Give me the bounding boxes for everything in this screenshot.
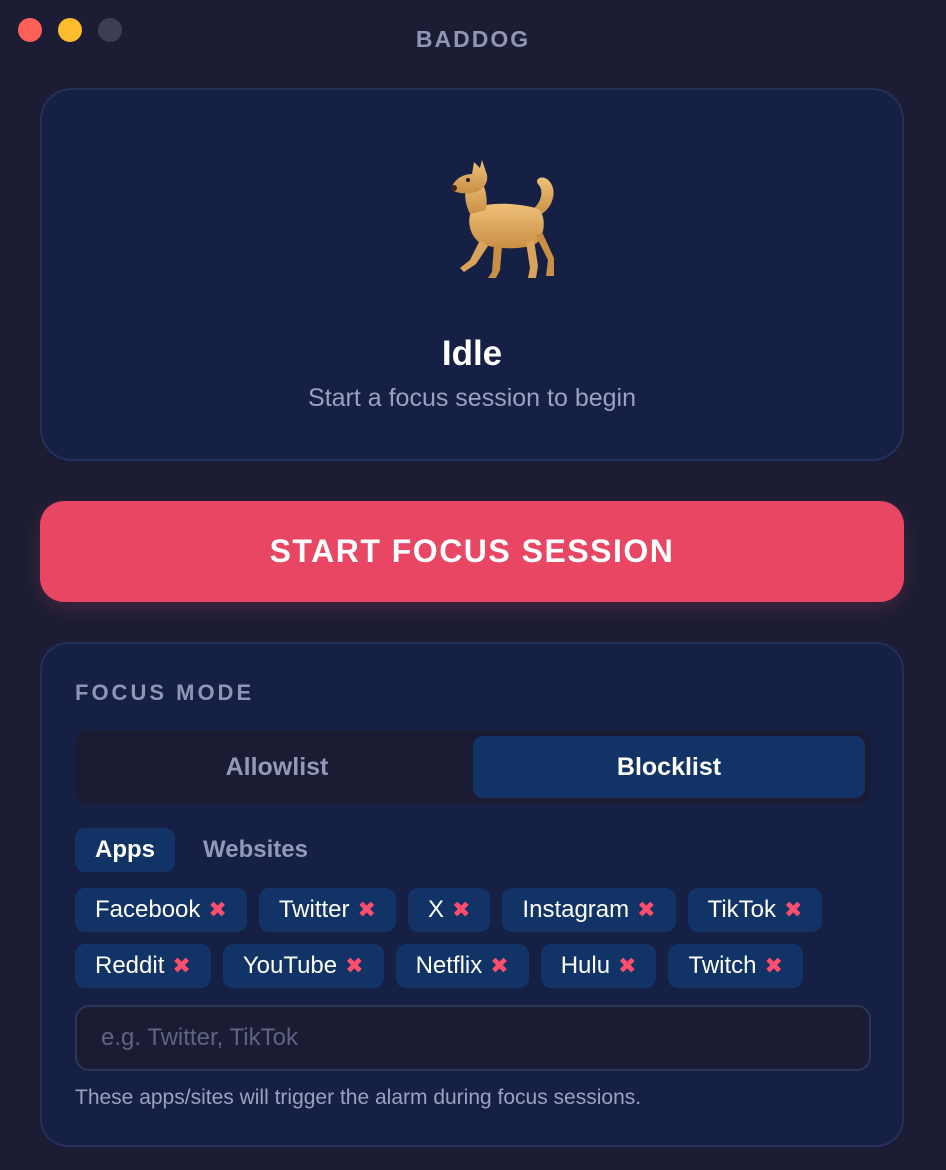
app-tag: Hulu ✖ xyxy=(540,944,657,988)
tag-label: Netflix xyxy=(415,952,483,979)
app-tag: Instagram ✖ xyxy=(502,888,676,932)
apps-tab[interactable]: Apps xyxy=(75,828,175,872)
app-tag: Twitter ✖ xyxy=(258,888,396,932)
tag-label: Instagram xyxy=(522,896,630,923)
remove-icon[interactable]: ✖ xyxy=(345,955,363,977)
remove-icon[interactable]: ✖ xyxy=(784,899,802,921)
tag-label: Facebook xyxy=(95,896,201,923)
app-tag: Twitch ✖ xyxy=(668,944,803,988)
remove-icon[interactable]: ✖ xyxy=(358,899,376,921)
tag-label: YouTube xyxy=(242,952,338,979)
tag-label: Hulu xyxy=(560,952,611,979)
app-tag: TikTok ✖ xyxy=(687,888,823,932)
app-window: BADDOG Idle Start a focus session to beg… xyxy=(0,0,946,1170)
focus-mode-card: FOCUS MODE Allowlist Blocklist Apps Webs… xyxy=(40,642,904,1147)
blocked-apps-list: Facebook ✖ Twitter ✖ X ✖ Instagram ✖ TikTok ✖… xyxy=(75,888,875,988)
add-app-input[interactable] xyxy=(75,1005,871,1071)
remove-icon[interactable]: ✖ xyxy=(490,955,508,977)
remove-icon[interactable]: ✖ xyxy=(637,899,655,921)
remove-icon[interactable]: ✖ xyxy=(208,899,226,921)
app-tag: YouTube ✖ xyxy=(222,944,384,988)
app-tag: Facebook ✖ xyxy=(75,888,247,932)
tag-label: Twitter xyxy=(278,896,350,923)
app-tag: Reddit ✖ xyxy=(75,944,211,988)
status-card: Idle Start a focus session to begin xyxy=(40,88,904,461)
list-type-tabs: Apps Websites xyxy=(75,828,328,872)
tag-label: TikTok xyxy=(707,896,777,923)
tag-label: X xyxy=(427,896,444,923)
tag-label: Reddit xyxy=(95,952,165,979)
blocklist-tab[interactable]: Blocklist xyxy=(473,736,865,798)
remove-icon[interactable]: ✖ xyxy=(765,955,783,977)
hint-text: These apps/sites will trigger the alarm … xyxy=(75,1086,642,1109)
websites-tab[interactable]: Websites xyxy=(183,828,328,872)
app-tag: X ✖ xyxy=(407,888,491,932)
start-focus-session-button[interactable]: START FOCUS SESSION xyxy=(40,501,904,602)
remove-icon[interactable]: ✖ xyxy=(452,899,470,921)
remove-icon[interactable]: ✖ xyxy=(618,955,636,977)
remove-icon[interactable]: ✖ xyxy=(172,955,190,977)
focus-mode-label: FOCUS MODE xyxy=(75,680,255,705)
app-tag: Netflix ✖ xyxy=(395,944,529,988)
window-title: BADDOG xyxy=(415,26,531,52)
tag-label: Twitch xyxy=(688,952,757,979)
status-subtitle: Start a focus session to begin xyxy=(308,384,636,412)
mode-segmented-control: Allowlist Blocklist xyxy=(75,730,871,804)
status-title: Idle xyxy=(441,334,503,373)
dog-icon xyxy=(451,160,554,278)
allowlist-tab[interactable]: Allowlist xyxy=(81,736,473,798)
